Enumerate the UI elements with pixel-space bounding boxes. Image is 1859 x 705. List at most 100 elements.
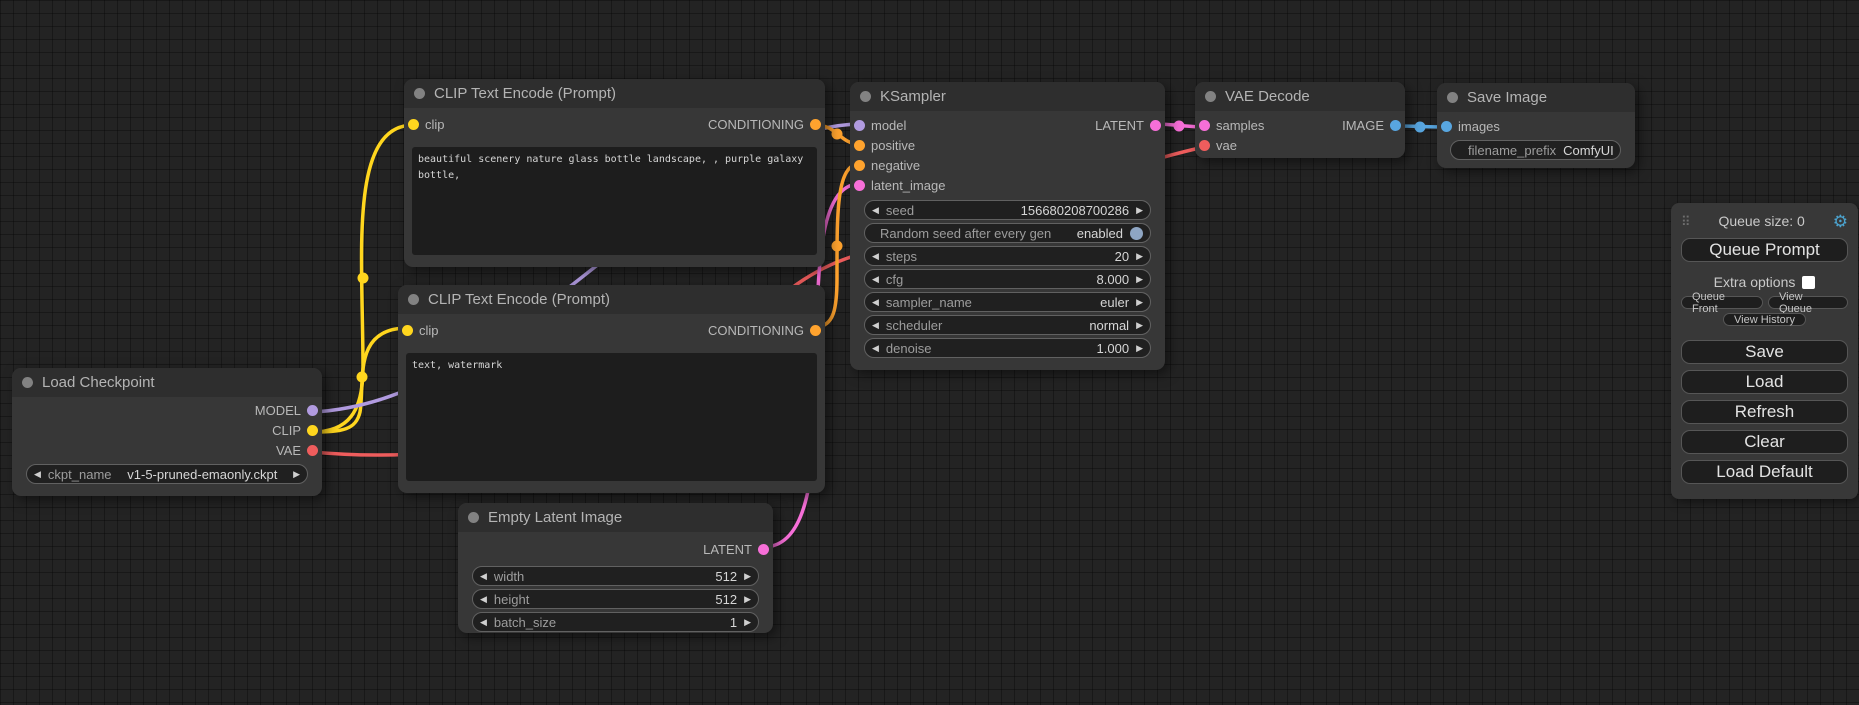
link-dot-conditioning-positive [832, 129, 843, 140]
filename-prefix-widget[interactable]: filename_prefix ComfyUI [1450, 140, 1621, 160]
extra-options-checkbox[interactable] [1802, 276, 1815, 289]
port-conditioning-output[interactable] [810, 119, 821, 130]
node-title-bar[interactable]: Empty Latent Image [458, 503, 773, 532]
steps-widget[interactable]: ◀ steps 20 ▶ [864, 246, 1151, 266]
port-label-clip: CLIP [272, 423, 301, 438]
node-save-image[interactable]: Save Image images filename_prefix ComfyU… [1437, 83, 1635, 168]
node-title: CLIP Text Encode (Prompt) [428, 291, 610, 308]
node-title: Empty Latent Image [488, 509, 622, 526]
scheduler-widget[interactable]: ◀ scheduler normal ▶ [864, 315, 1151, 335]
stepper-left-icon[interactable]: ◀ [480, 572, 487, 581]
port-label-vae: vae [1216, 138, 1237, 153]
stepper-left-icon[interactable]: ◀ [480, 595, 487, 604]
cfg-widget[interactable]: ◀ cfg 8.000 ▶ [864, 269, 1151, 289]
collapse-dot-icon[interactable] [1205, 91, 1216, 102]
stepper-left-icon[interactable]: ◀ [872, 275, 879, 284]
stepper-right-icon[interactable]: ▶ [1136, 344, 1143, 353]
prompt-textarea[interactable]: text, watermark [406, 353, 817, 481]
random-seed-toggle-widget[interactable]: Random seed after every gen enabled [864, 223, 1151, 243]
stepper-right-icon[interactable]: ▶ [1136, 275, 1143, 284]
node-ksampler[interactable]: KSampler model LATENT positive negative … [850, 82, 1165, 370]
collapse-dot-icon[interactable] [468, 512, 479, 523]
node-title-bar[interactable]: KSampler [850, 82, 1165, 111]
port-image-output[interactable] [1390, 120, 1401, 131]
seed-widget[interactable]: ◀ seed 156680208700286 ▶ [864, 200, 1151, 220]
node-title-bar[interactable]: VAE Decode [1195, 82, 1405, 111]
widget-value: 1.000 [1097, 341, 1130, 356]
load-button[interactable]: Load [1681, 370, 1848, 394]
collapse-dot-icon[interactable] [414, 88, 425, 99]
prompt-textarea[interactable]: beautiful scenery nature glass bottle la… [412, 147, 817, 255]
node-title-bar[interactable]: Save Image [1437, 83, 1635, 112]
port-label-latent-image: latent_image [871, 178, 945, 193]
node-title-bar[interactable]: CLIP Text Encode (Prompt) [404, 79, 825, 108]
node-clip-text-encode-negative[interactable]: CLIP Text Encode (Prompt) clip CONDITION… [398, 285, 825, 493]
clear-button[interactable]: Clear [1681, 430, 1848, 454]
extra-options-label: Extra options [1714, 274, 1796, 290]
port-clip-output[interactable] [307, 425, 318, 436]
node-title-bar[interactable]: Load Checkpoint [12, 368, 322, 397]
port-label-images: images [1458, 119, 1500, 134]
stepper-left-icon[interactable]: ◀ [480, 618, 487, 627]
stepper-right-icon[interactable]: ▶ [293, 470, 300, 479]
port-latent-image-input[interactable] [854, 180, 865, 191]
width-widget[interactable]: ◀ width 512 ▶ [472, 566, 759, 586]
port-latent-output[interactable] [1150, 120, 1161, 131]
widget-label: seed [886, 203, 914, 218]
toggle-knob[interactable] [1130, 227, 1143, 240]
batch-size-widget[interactable]: ◀ batch_size 1 ▶ [472, 612, 759, 632]
ckpt-name-widget[interactable]: ◀ ckpt_name v1-5-pruned-emaonly.ckpt ▶ [26, 464, 308, 484]
node-empty-latent-image[interactable]: Empty Latent Image LATENT ◀ width 512 ▶ … [458, 503, 773, 633]
stepper-right-icon[interactable]: ▶ [744, 595, 751, 604]
port-model-output[interactable] [307, 405, 318, 416]
collapse-dot-icon[interactable] [408, 294, 419, 305]
node-clip-text-encode-positive[interactable]: CLIP Text Encode (Prompt) clip CONDITION… [404, 79, 825, 267]
height-widget[interactable]: ◀ height 512 ▶ [472, 589, 759, 609]
refresh-button[interactable]: Refresh [1681, 400, 1848, 424]
stepper-right-icon[interactable]: ▶ [1136, 298, 1143, 307]
queue-prompt-button[interactable]: Queue Prompt [1681, 238, 1848, 262]
collapse-dot-icon[interactable] [860, 91, 871, 102]
port-vae-output[interactable] [307, 445, 318, 456]
collapse-dot-icon[interactable] [22, 377, 33, 388]
widget-value: 8.000 [1097, 272, 1130, 287]
stepper-left-icon[interactable]: ◀ [872, 298, 879, 307]
port-latent-output[interactable] [758, 544, 769, 555]
gear-icon[interactable]: ⚙ [1833, 213, 1848, 230]
link-dot-latent [1174, 121, 1185, 132]
stepper-right-icon[interactable]: ▶ [1136, 206, 1143, 215]
node-load-checkpoint[interactable]: Load Checkpoint MODEL CLIP VAE ◀ ckpt_na… [12, 368, 322, 496]
stepper-right-icon[interactable]: ▶ [744, 618, 751, 627]
port-vae-input[interactable] [1199, 140, 1210, 151]
port-positive-input[interactable] [854, 140, 865, 151]
denoise-widget[interactable]: ◀ denoise 1.000 ▶ [864, 338, 1151, 358]
stepper-left-icon[interactable]: ◀ [872, 321, 879, 330]
port-samples-input[interactable] [1199, 120, 1210, 131]
node-title-bar[interactable]: CLIP Text Encode (Prompt) [398, 285, 825, 314]
node-graph-canvas[interactable]: CLIP Text Encode (Prompt) clip CONDITION… [0, 0, 1859, 705]
save-button[interactable]: Save [1681, 340, 1848, 364]
load-default-button[interactable]: Load Default [1681, 460, 1848, 484]
stepper-right-icon[interactable]: ▶ [1136, 321, 1143, 330]
view-history-button[interactable]: View History [1723, 313, 1806, 326]
port-clip-input[interactable] [408, 119, 419, 130]
port-images-input[interactable] [1441, 121, 1452, 132]
queue-front-button[interactable]: Queue Front [1681, 296, 1763, 309]
node-vae-decode[interactable]: VAE Decode samples IMAGE vae [1195, 82, 1405, 158]
stepper-left-icon[interactable]: ◀ [872, 344, 879, 353]
stepper-right-icon[interactable]: ▶ [744, 572, 751, 581]
port-negative-input[interactable] [854, 160, 865, 171]
stepper-left-icon[interactable]: ◀ [872, 206, 879, 215]
collapse-dot-icon[interactable] [1447, 92, 1458, 103]
view-queue-button[interactable]: View Queue [1768, 296, 1848, 309]
port-clip-input[interactable] [402, 325, 413, 336]
port-conditioning-output[interactable] [810, 325, 821, 336]
stepper-left-icon[interactable]: ◀ [872, 252, 879, 261]
widget-value: 512 [715, 569, 737, 584]
port-label-image: IMAGE [1342, 118, 1384, 133]
port-model-input[interactable] [854, 120, 865, 131]
stepper-right-icon[interactable]: ▶ [1136, 252, 1143, 261]
sampler-name-widget[interactable]: ◀ sampler_name euler ▶ [864, 292, 1151, 312]
stepper-left-icon[interactable]: ◀ [34, 470, 41, 479]
drag-handle-icon[interactable]: ⠿ [1681, 215, 1691, 228]
